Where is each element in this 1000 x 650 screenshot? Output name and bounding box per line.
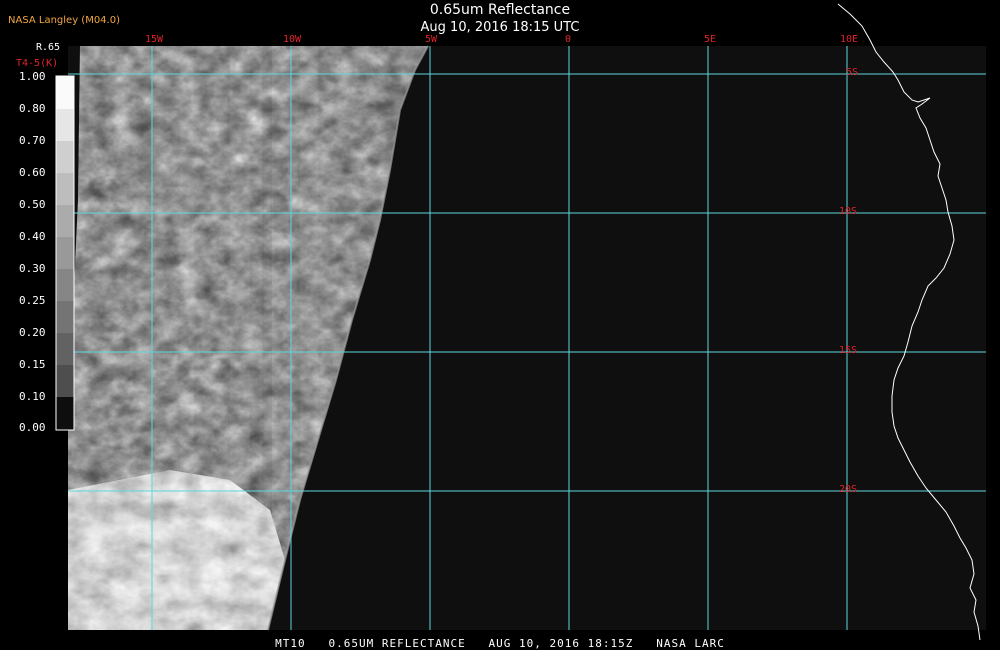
colorbar-swatches xyxy=(55,75,75,431)
colorbar-tick: 0.25 xyxy=(19,294,46,307)
colorbar-tick: 0.10 xyxy=(19,390,46,403)
map-datetime: Aug 10, 2016 18:15 UTC xyxy=(420,20,580,35)
colorbar-tick: 0.30 xyxy=(19,262,46,275)
lon-label-10e: 10E xyxy=(840,34,859,45)
lat-label-15s: 15S xyxy=(839,345,858,356)
colorbar-tick: 0.50 xyxy=(19,198,46,211)
lat-label-20s: 20S xyxy=(839,484,858,495)
lon-label-10w: 10W xyxy=(283,34,302,45)
footer-caption: MT10 0.65UM REFLECTANCE AUG 10, 2016 18:… xyxy=(275,637,725,650)
colorbar-sublabel: T4-5(K) xyxy=(16,58,59,69)
colorbar-title: R.65 xyxy=(36,42,61,53)
colorbar-tick: 0.15 xyxy=(19,358,46,371)
lat-label-10s: 10S xyxy=(839,206,858,217)
colorbar-tick: 0.00 xyxy=(19,421,46,434)
map-title: 0.65um Reflectance xyxy=(429,2,571,18)
colorbar-tick: 0.40 xyxy=(19,230,46,243)
satellite-map xyxy=(55,3,986,641)
lon-label-5w: 5W xyxy=(425,34,438,45)
colorbar-tick: 0.20 xyxy=(19,326,46,339)
lon-label-0: 0 xyxy=(565,34,572,45)
colorbar-tick: 1.00 xyxy=(19,70,46,83)
lon-label-15w: 15W xyxy=(145,34,164,45)
lon-label-5e: 5E xyxy=(704,34,717,45)
credit-label: NASA Langley (M04.0) xyxy=(8,15,120,26)
colorbar-tick: 0.70 xyxy=(19,134,46,147)
lat-label-5s: 5S xyxy=(846,67,859,78)
colorbar-tick: 0.60 xyxy=(19,166,46,179)
colorbar-tick: 0.80 xyxy=(19,102,46,115)
